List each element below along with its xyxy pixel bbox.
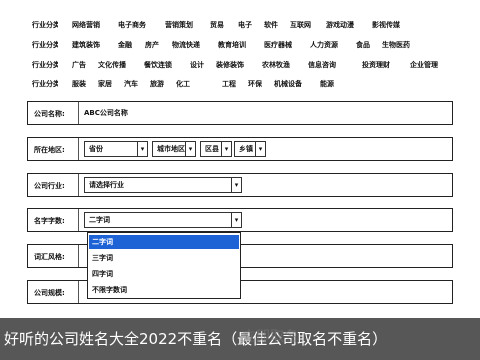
name-length-row: 名字字数: 二字词 ▾ — [27, 208, 453, 232]
chevron-down-icon: ▾ — [255, 142, 265, 156]
category-link[interactable]: 汽车 — [124, 78, 144, 90]
industry-select[interactable]: 请选择行业 ▾ — [84, 177, 242, 193]
field-divider — [78, 102, 79, 124]
chevron-down-icon: ▾ — [221, 142, 231, 156]
field-divider — [78, 245, 79, 267]
district-select[interactable]: 区县 ▾ — [200, 141, 232, 157]
chevron-down-icon: ▾ — [137, 142, 147, 156]
category-link[interactable]: 化工 — [176, 78, 216, 90]
category-row-head: 行业分类 — [32, 41, 58, 49]
field-divider — [78, 174, 79, 196]
extra-label: 公司规模: — [34, 289, 65, 297]
category-link[interactable]: 营销策划 — [165, 19, 203, 31]
category-link[interactable]: 服装 — [72, 78, 92, 90]
chevron-down-icon: ▾ — [231, 213, 241, 227]
dropdown-option[interactable]: 二字词 — [89, 235, 239, 249]
category-link[interactable]: 人力资源 — [310, 39, 350, 51]
category-link[interactable]: 游戏动漫 — [326, 19, 366, 31]
industry-select-value: 请选择行业 — [89, 181, 124, 189]
region-row: 所在地区: 省份 ▾ 城市地区 ▾ 区县 ▾ 乡镇 ▾ — [27, 137, 453, 161]
category-link[interactable]: 生物医药 — [382, 39, 422, 51]
category-row: 行业分类 服装 家居 汽车 旅游 化工 工程 环保 机械设备 能源 — [0, 75, 480, 93]
category-link[interactable]: 软件 — [264, 19, 284, 31]
category-row: 行业分类 网络营销 电子商务 营销策划 贸易 电子 软件 互联网 游戏动漫 影视… — [0, 16, 480, 34]
field-divider — [78, 138, 79, 160]
category-link[interactable]: 设计 — [190, 59, 210, 71]
category-link[interactable]: 装修装饰 — [216, 59, 256, 71]
field-divider — [78, 209, 79, 231]
category-link[interactable]: 建筑装饰 — [72, 39, 112, 51]
category-link[interactable]: 广告 — [72, 59, 92, 71]
chevron-down-icon: ▾ — [185, 142, 195, 156]
category-link[interactable]: 环保 — [248, 78, 268, 90]
category-row-head: 行业分类 — [32, 80, 58, 88]
industry-row: 公司行业: 请选择行业 ▾ — [27, 173, 453, 197]
category-link[interactable]: 金融 — [118, 39, 138, 51]
district-select-value: 区县 — [205, 145, 219, 153]
category-link[interactable]: 影视传媒 — [372, 19, 412, 31]
category-link[interactable]: 网络营销 — [72, 19, 112, 31]
dropdown-option[interactable]: 不限字数词 — [89, 283, 239, 297]
dropdown-option[interactable]: 四字词 — [89, 267, 239, 281]
submit-button-label[interactable]: 立即取名 — [240, 328, 300, 346]
company-name-row: 公司名称: ABC公司名称 — [27, 101, 453, 125]
style-label: 词汇风格: — [34, 253, 65, 261]
category-link[interactable]: 投资理财 — [362, 59, 402, 71]
province-select-value: 省份 — [89, 145, 103, 153]
region-label: 所在地区: — [34, 146, 65, 154]
category-link[interactable]: 贸易 — [210, 19, 230, 31]
category-link[interactable]: 企业管理 — [410, 59, 450, 71]
category-block: 行业分类 网络营销 电子商务 营销策划 贸易 电子 软件 互联网 游戏动漫 影视… — [0, 0, 480, 92]
category-link[interactable]: 机械设备 — [274, 78, 314, 90]
category-row: 行业分类 广告 文化传播 餐饮连锁 设计 装修装饰 农林牧渔 信息咨询 投资理财… — [0, 56, 480, 74]
name-length-label: 名字字数: — [34, 217, 65, 225]
company-name-input[interactable]: ABC公司名称 — [84, 106, 184, 120]
category-row-head: 行业分类 — [32, 61, 58, 69]
name-length-select-value: 二字词 — [89, 216, 110, 224]
city-select-value: 城市地区 — [157, 145, 185, 153]
town-select-value: 乡镇 — [239, 145, 253, 153]
province-select[interactable]: 省份 ▾ — [84, 141, 148, 157]
category-link[interactable]: 农林牧渔 — [262, 59, 302, 71]
dropdown-option[interactable]: 三字词 — [89, 251, 239, 265]
chevron-down-icon: ▾ — [231, 178, 241, 192]
category-link[interactable]: 物流快递 — [172, 39, 212, 51]
category-link[interactable]: 电子 — [238, 19, 258, 31]
category-link[interactable]: 文化传播 — [98, 59, 138, 71]
category-link[interactable]: 电子商务 — [118, 19, 158, 31]
category-link[interactable]: 家居 — [98, 78, 118, 90]
category-link[interactable]: 能源 — [320, 78, 340, 90]
industry-label: 公司行业: — [34, 182, 65, 190]
category-link[interactable]: 医疗器械 — [264, 39, 304, 51]
category-link[interactable]: 食品 — [356, 39, 376, 51]
city-select[interactable]: 城市地区 ▾ — [152, 141, 196, 157]
category-row-head: 行业分类 — [32, 21, 58, 29]
category-link[interactable]: 工程 — [222, 78, 242, 90]
name-length-select[interactable]: 二字词 ▾ — [84, 212, 242, 228]
category-link[interactable]: 信息咨询 — [308, 59, 348, 71]
category-link[interactable]: 餐饮连锁 — [144, 59, 184, 71]
town-select[interactable]: 乡镇 ▾ — [234, 141, 266, 157]
category-link[interactable]: 房产 — [145, 39, 165, 51]
category-link[interactable]: 旅游 — [150, 78, 170, 90]
name-length-dropdown-list: 二字词 三字词 四字词 不限字数词 — [87, 232, 241, 299]
field-divider — [78, 281, 79, 303]
category-link[interactable]: 教育培训 — [218, 39, 258, 51]
category-link[interactable]: 互联网 — [290, 19, 320, 31]
category-row: 行业分类 建筑装饰 金融 房产 物流快递 教育培训 医疗器械 人力资源 食品 生… — [0, 36, 480, 54]
company-name-label: 公司名称: — [34, 110, 65, 118]
